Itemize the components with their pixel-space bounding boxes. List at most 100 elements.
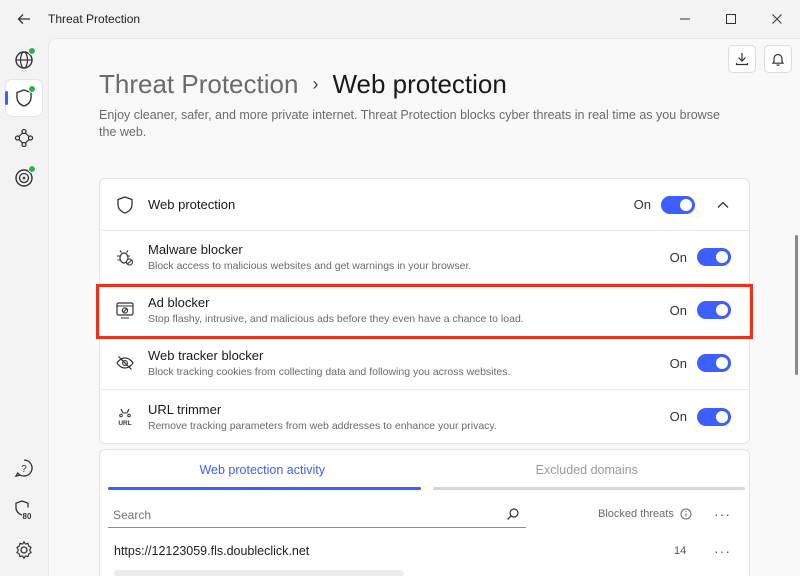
minimize-icon (680, 18, 690, 20)
web-protection-label: Web protection (148, 197, 236, 212)
maximize-icon (726, 14, 736, 24)
malware-blocker-subtitle: Block access to malicious websites and g… (148, 260, 472, 272)
close-icon (772, 14, 782, 24)
maximize-button[interactable] (708, 0, 754, 38)
rail-item-security-score[interactable]: 80 (6, 492, 42, 528)
tab-underline (432, 487, 745, 490)
malware-blocker-title: Malware blocker (148, 242, 243, 257)
toggle-state-label: On (669, 355, 687, 371)
page-description: Enjoy cleaner, safer, and more private i… (99, 108, 720, 139)
ad-blocker-toggle[interactable] (697, 301, 731, 319)
notifications-button[interactable] (764, 45, 792, 73)
tab-excluded-domains[interactable]: Excluded domains (425, 450, 750, 490)
security-score-icon: 80 (15, 500, 32, 521)
web-tracker-blocker-title: Web tracker blocker (148, 348, 264, 363)
bell-icon (771, 53, 785, 66)
close-button[interactable] (754, 0, 800, 38)
web-protection-header[interactable]: Web protection On (100, 179, 749, 231)
url-trimmer-row: URL URL trimmer Remove tracking paramete… (100, 390, 749, 443)
rail-item-dark-web[interactable] (6, 160, 42, 196)
more-options-button[interactable]: ··· (714, 506, 731, 522)
search-icon[interactable] (506, 507, 520, 521)
toggle-state-label: On (669, 302, 687, 318)
eye-slash-icon (114, 352, 136, 374)
status-badge (28, 85, 36, 93)
url-trimmer-subtitle: Remove tracking parameters from web addr… (148, 419, 497, 432)
row-count: 14 (674, 545, 687, 557)
window-title: Threat Protection (48, 12, 141, 26)
tab-label: Excluded domains (535, 463, 638, 477)
activity-tabs: Web protection activity Excluded domains (100, 450, 749, 490)
status-badge (28, 165, 36, 173)
search-field (108, 502, 526, 528)
blocked-threats-label: Blocked threats (598, 508, 674, 520)
web-protection-toggle[interactable] (661, 195, 695, 214)
rail-item-settings[interactable] (6, 532, 42, 568)
url-trim-icon: URL (114, 406, 136, 428)
table-row-partial (114, 566, 749, 576)
url-trimmer-title: URL trimmer (148, 401, 222, 417)
web-protection-card: Web protection On Malware blocker Block … (99, 178, 750, 444)
title-bar: Threat Protection (0, 0, 800, 38)
rail-item-threat-protection[interactable] (5, 80, 42, 116)
breadcrumb: Threat Protection › Web protection (99, 69, 507, 100)
malware-blocker-toggle-group: On (670, 248, 731, 266)
svg-text:80: 80 (23, 512, 32, 521)
tab-label: Web protection activity (199, 463, 326, 477)
activity-toolbar: Blocked threats ··· (100, 502, 749, 536)
row-url: https://12123059.fls.doubleclick.net (114, 544, 310, 558)
truncated-row (114, 570, 404, 576)
web-tracker-blocker-toggle[interactable] (697, 354, 731, 372)
window-controls (662, 0, 800, 38)
tab-web-protection-activity[interactable]: Web protection activity (100, 450, 425, 490)
url-trimmer-toggle-group: On (669, 407, 731, 426)
nav-rail: ? 80 (0, 38, 48, 576)
web-tracker-blocker-subtitle: Block tracking cookies from collecting d… (148, 366, 511, 378)
active-indicator (5, 91, 8, 105)
info-icon[interactable] (680, 508, 692, 520)
rail-item-help[interactable]: ? (6, 450, 42, 486)
activity-panel: Web protection activity Excluded domains… (99, 449, 750, 576)
top-actions (728, 45, 792, 73)
ad-blocker-subtitle: Stop flashy, intrusive, and malicious ad… (148, 313, 524, 325)
web-tracker-blocker-row: Web tracker blocker Block tracking cooki… (100, 337, 749, 390)
bug-blocked-icon (114, 246, 136, 268)
search-input[interactable] (113, 507, 493, 522)
download-button[interactable] (728, 45, 756, 73)
chevron-up-icon[interactable] (715, 197, 731, 213)
page-title: Web protection (332, 69, 507, 99)
download-icon (735, 53, 749, 66)
svg-text:?: ? (21, 464, 27, 475)
tab-underline (108, 487, 421, 490)
toggle-state-label: On (669, 409, 687, 424)
shield-outline-icon (114, 194, 136, 216)
back-button[interactable] (8, 3, 40, 35)
scrollbar[interactable] (795, 235, 798, 375)
gear-icon (16, 540, 32, 560)
rail-item-meshnet[interactable] (6, 120, 42, 156)
ad-block-icon (114, 299, 136, 321)
rail-item-vpn[interactable] (6, 42, 42, 78)
ad-blocker-row: Ad blocker Stop flashy, intrusive, and m… (100, 284, 749, 337)
ad-blocker-title: Ad blocker (148, 295, 210, 310)
ad-blocker-toggle-group: On (670, 301, 731, 319)
malware-blocker-toggle[interactable] (697, 248, 731, 266)
toggle-state-label: On (633, 197, 651, 212)
help-icon: ? (14, 459, 33, 477)
main-content: Threat Protection › Web protection Enjoy… (48, 38, 800, 576)
blocked-threats-header: Blocked threats (598, 508, 692, 520)
arrow-left-icon (17, 14, 30, 24)
web-protection-toggle-group: On (633, 195, 695, 214)
url-trimmer-toggle[interactable] (697, 407, 731, 426)
minimize-button[interactable] (662, 0, 708, 38)
status-badge (28, 47, 36, 55)
table-row[interactable]: https://12123059.fls.doubleclick.net 14 … (100, 536, 749, 566)
breadcrumb-parent[interactable]: Threat Protection (99, 69, 298, 100)
meshnet-icon (14, 128, 34, 148)
row-more-button[interactable]: ··· (714, 543, 731, 559)
toggle-state-label: On (669, 249, 687, 265)
web-tracker-blocker-toggle-group: On (670, 354, 731, 372)
malware-blocker-row: Malware blocker Block access to maliciou… (100, 231, 749, 284)
chevron-right-icon: › (312, 74, 319, 94)
svg-text:URL: URL (118, 420, 131, 427)
